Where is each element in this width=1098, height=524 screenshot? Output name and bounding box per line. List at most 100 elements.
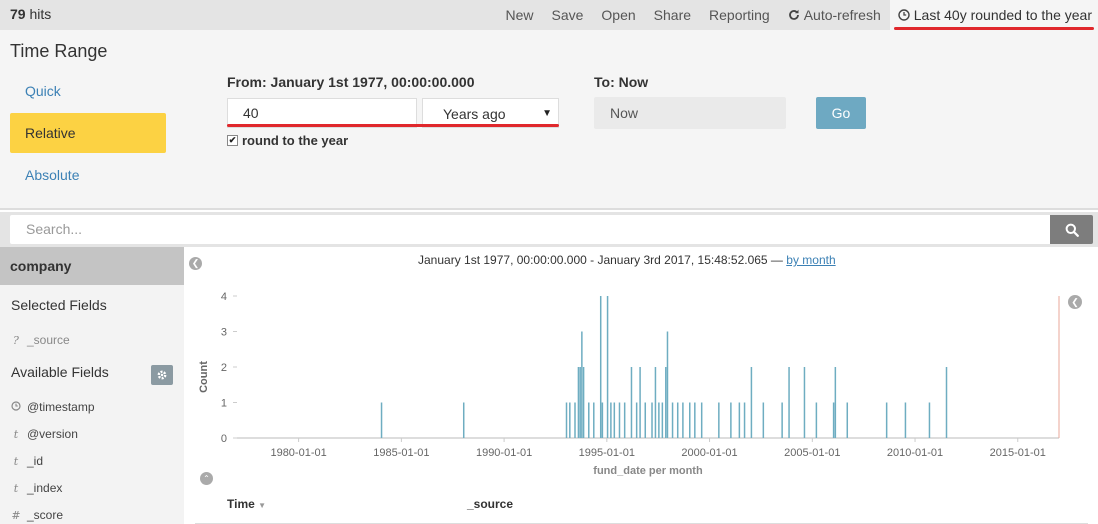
histogram-bar bbox=[654, 367, 657, 438]
histogram-bar bbox=[644, 402, 647, 438]
from-label: From: January 1st 1977, 00:00:00.000 bbox=[227, 74, 475, 90]
field-item[interactable]: t @version bbox=[11, 427, 78, 441]
to-label: To: Now bbox=[594, 74, 649, 90]
histogram-bar bbox=[781, 402, 783, 438]
field-name: _source bbox=[27, 333, 70, 347]
y-tick-label: 3 bbox=[221, 327, 227, 339]
field-item[interactable]: @timestamp bbox=[11, 400, 95, 414]
round-label: round to the year bbox=[242, 133, 349, 148]
field-name: _id bbox=[27, 454, 44, 468]
time-picker-label: Last 40y rounded to the year bbox=[913, 6, 1092, 23]
gear-icon bbox=[157, 370, 167, 380]
histogram-bar bbox=[661, 402, 664, 438]
field-type-icon: t bbox=[13, 481, 19, 495]
tab-quick[interactable]: Quick bbox=[10, 71, 166, 111]
field-item[interactable]: # _score bbox=[11, 508, 63, 522]
interval-link[interactable]: by month bbox=[786, 253, 835, 267]
histogram-bar bbox=[718, 402, 720, 438]
histogram-bar bbox=[832, 402, 835, 438]
toggle-legend-icon[interactable]: ❮ bbox=[1068, 295, 1082, 309]
histogram-bar bbox=[601, 402, 604, 438]
field-name: @timestamp bbox=[27, 400, 95, 414]
histogram-bar bbox=[588, 402, 590, 438]
share-button[interactable]: Share bbox=[645, 0, 700, 30]
search-input[interactable]: Search... bbox=[10, 215, 1050, 244]
search-button[interactable] bbox=[1050, 215, 1093, 244]
round-option[interactable]: ✔ round to the year bbox=[227, 133, 348, 148]
sort-down-icon: ▼ bbox=[258, 501, 267, 510]
histogram-bar bbox=[574, 402, 576, 438]
index-pattern[interactable]: company bbox=[0, 247, 184, 285]
collapse-sidebar-icon[interactable]: ❮ bbox=[189, 257, 202, 270]
hits-count: 79 hits bbox=[10, 6, 52, 22]
histogram-bar bbox=[846, 402, 849, 438]
go-button[interactable]: Go bbox=[816, 97, 866, 129]
histogram-bar bbox=[610, 402, 612, 438]
docs-table-header: Time ▼ _source bbox=[195, 497, 1088, 524]
histogram-bar bbox=[581, 331, 583, 438]
histogram-bar bbox=[762, 402, 765, 438]
field-name: @version bbox=[27, 427, 78, 441]
x-tick-label: 1990-01-01 bbox=[476, 447, 532, 459]
x-tick-label: 2000-01-01 bbox=[681, 447, 737, 459]
histogram-bar bbox=[694, 402, 696, 438]
histogram-bar bbox=[593, 402, 595, 438]
auto-refresh-button[interactable]: Auto-refresh bbox=[779, 0, 890, 30]
field-sidebar: company Selected Fields ? _source Availa… bbox=[0, 247, 184, 524]
field-settings-button[interactable] bbox=[151, 365, 173, 385]
histogram-bar bbox=[630, 367, 633, 438]
to-now-field[interactable]: Now bbox=[594, 97, 786, 129]
field-type-icon: ? bbox=[13, 333, 19, 347]
histogram-bar bbox=[803, 367, 806, 438]
open-button[interactable]: Open bbox=[592, 0, 644, 30]
histogram-bar bbox=[639, 367, 641, 438]
top-nav: 79 hits New Save Open Share Reporting Au… bbox=[0, 0, 1098, 30]
field-name: _index bbox=[27, 481, 63, 495]
y-tick-label: 1 bbox=[221, 398, 227, 410]
reporting-button[interactable]: Reporting bbox=[700, 0, 779, 30]
histogram-bar bbox=[579, 367, 581, 438]
histogram-bar bbox=[651, 402, 653, 438]
field-name: _score bbox=[27, 508, 64, 522]
y-tick-label: 2 bbox=[221, 362, 227, 374]
x-tick-label: 1995-01-01 bbox=[579, 447, 635, 459]
time-range-panel: Time Range Quick Relative Absolute From:… bbox=[0, 30, 1098, 210]
x-tick-label: 1985-01-01 bbox=[373, 447, 429, 459]
relative-unit-value: Years ago bbox=[443, 106, 506, 122]
search-icon bbox=[1065, 223, 1079, 237]
available-fields-title: Available Fields bbox=[11, 364, 109, 380]
histogram-bar bbox=[606, 296, 609, 438]
histogram-bar bbox=[815, 402, 818, 438]
histogram-bar bbox=[928, 402, 931, 438]
column-time[interactable]: Time ▼ bbox=[227, 497, 266, 511]
collapse-chart-icon[interactable]: ⌃ bbox=[200, 472, 213, 485]
tab-absolute[interactable]: Absolute bbox=[10, 155, 166, 195]
new-button[interactable]: New bbox=[496, 0, 542, 30]
histogram-bar bbox=[623, 402, 626, 438]
chart-range: January 1st 1977, 00:00:00.000 - January… bbox=[418, 253, 836, 267]
histogram-bar bbox=[700, 402, 703, 438]
time-picker-button[interactable]: Last 40y rounded to the year bbox=[889, 0, 1098, 30]
histogram-bar bbox=[635, 402, 638, 438]
field-type-icon: # bbox=[11, 508, 21, 522]
histogram-bar bbox=[582, 367, 585, 438]
histogram-bar bbox=[885, 402, 888, 438]
histogram-bar bbox=[682, 402, 684, 438]
field-item[interactable]: t _index bbox=[11, 481, 63, 495]
tab-relative[interactable]: Relative bbox=[10, 113, 166, 153]
field-item[interactable]: t _id bbox=[11, 454, 43, 468]
save-button[interactable]: Save bbox=[542, 0, 592, 30]
top-menu: New Save Open Share Reporting Auto-refre… bbox=[496, 0, 1098, 30]
x-tick-label: 1980-01-01 bbox=[270, 447, 326, 459]
y-tick-label: 0 bbox=[221, 433, 227, 445]
round-checkbox[interactable]: ✔ bbox=[227, 135, 238, 146]
clock-icon bbox=[898, 9, 910, 21]
histogram-bar bbox=[834, 367, 837, 438]
field-item[interactable]: ? _source bbox=[11, 333, 70, 347]
histogram-bar bbox=[671, 402, 674, 438]
histogram-bar bbox=[658, 402, 660, 438]
histogram-bar bbox=[577, 367, 580, 438]
x-tick-label: 2015-01-01 bbox=[990, 447, 1046, 459]
chart-range-text: January 1st 1977, 00:00:00.000 - January… bbox=[418, 253, 783, 267]
histogram-bar bbox=[750, 367, 753, 438]
